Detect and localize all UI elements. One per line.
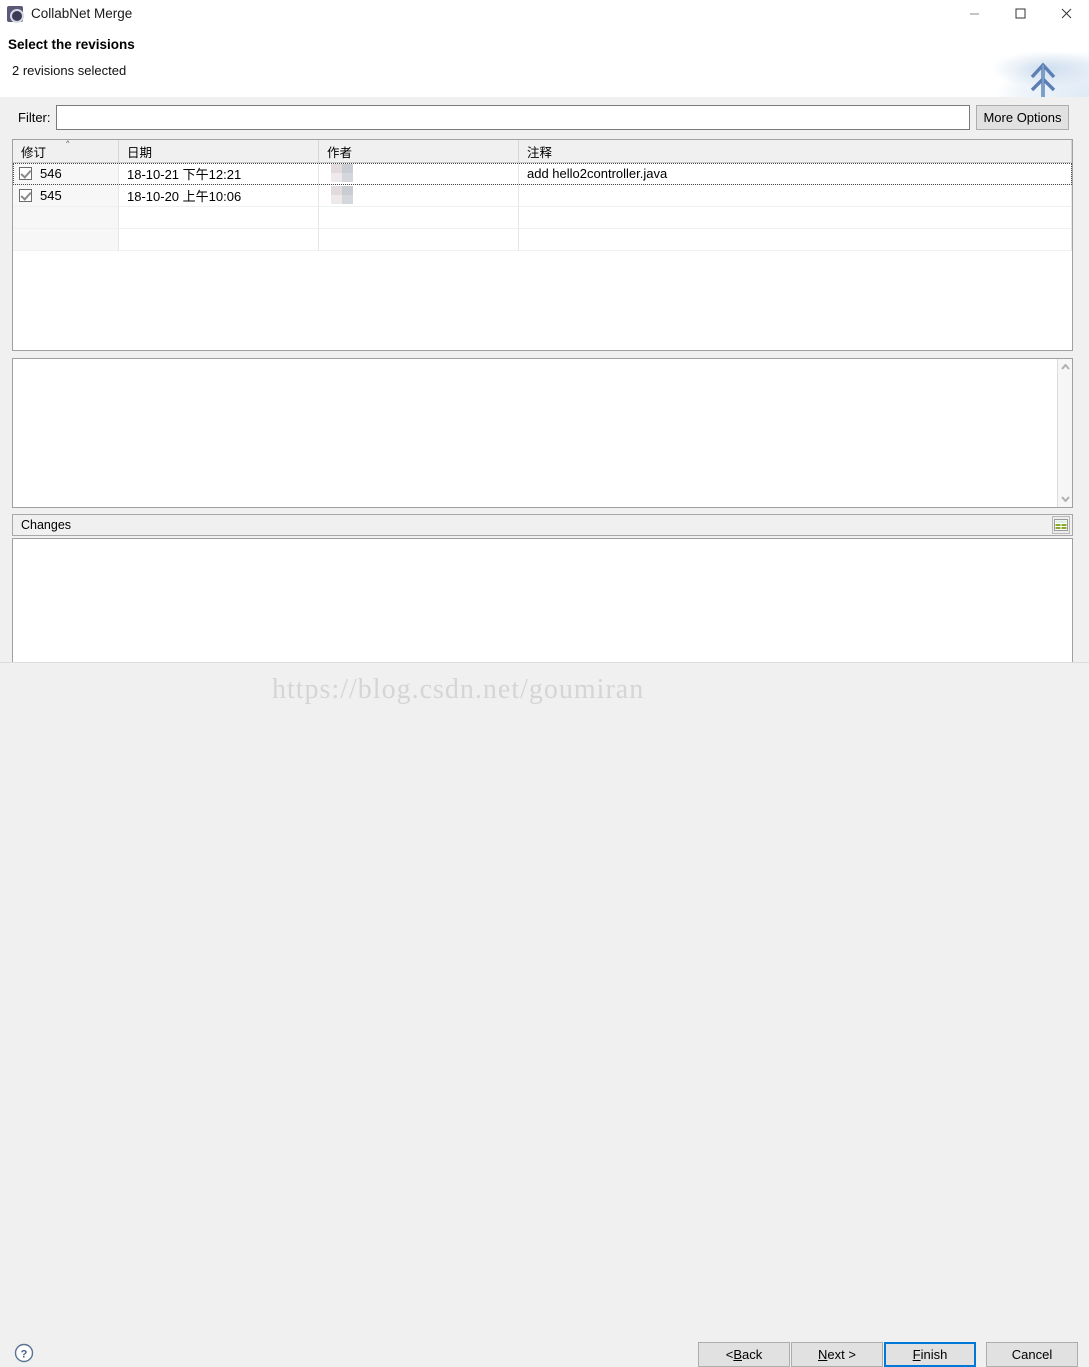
more-options-button[interactable]: More Options [976, 105, 1069, 130]
next-button[interactable]: Next > [791, 1342, 883, 1367]
cell-comment: add hello2controller.java [519, 163, 1072, 185]
table-row[interactable] [13, 207, 1072, 229]
wizard-body: Filter: More Options 修订 ˄ 日期 作者 注释 546 18-10-… [0, 97, 1089, 703]
log-message-scrollbar[interactable] [1057, 359, 1072, 507]
next-mnemonic: N [818, 1347, 828, 1362]
finish-mnemonic: F [912, 1347, 921, 1362]
author-redacted-block [331, 185, 353, 206]
cell-author [319, 163, 519, 185]
revisions-table[interactable]: 修订 ˄ 日期 作者 注释 546 18-10-21 下午12:21 add hello2c… [12, 139, 1073, 351]
back-suffix: ack [742, 1347, 763, 1362]
log-message-panel[interactable] [12, 358, 1073, 508]
column-header-revision[interactable]: 修订 ˄ [13, 140, 119, 163]
cell-revision [13, 229, 119, 251]
finish-button[interactable]: Finish [884, 1342, 976, 1367]
table-row[interactable] [13, 229, 1072, 251]
cell-date [119, 229, 319, 251]
column-header-label: 修订 [21, 146, 47, 160]
row-checkbox[interactable] [19, 189, 32, 202]
maximize-icon[interactable] [997, 0, 1043, 27]
filter-label: Filter: [18, 110, 51, 125]
changes-label: Changes [21, 518, 72, 532]
title-bar: CollabNet Merge [0, 0, 1089, 27]
table-grid-icon[interactable] [1052, 516, 1070, 534]
revision-number: 545 [40, 188, 62, 203]
cancel-button[interactable]: Cancel [986, 1342, 1078, 1367]
filter-input[interactable] [56, 105, 970, 130]
filter-row: Filter: More Options [0, 105, 1089, 131]
help-question-icon[interactable]: ? [14, 1343, 34, 1366]
close-icon[interactable] [1043, 0, 1089, 27]
table-row[interactable]: 545 18-10-20 上午10:06 [13, 185, 1072, 207]
column-header-date[interactable]: 日期 [119, 140, 319, 163]
next-suffix: ext > [827, 1347, 856, 1362]
cell-revision: 546 [13, 163, 119, 185]
window-title: CollabNet Merge [31, 6, 133, 21]
svg-text:?: ? [21, 1349, 28, 1361]
wizard-footer: ? < Back Next > Finish Cancel [0, 663, 1089, 1367]
column-header-label: 注释 [527, 146, 553, 160]
sort-ascending-icon: ˄ [65, 139, 71, 152]
back-mnemonic: B [733, 1347, 743, 1362]
cell-revision [13, 207, 119, 229]
cell-revision: 545 [13, 185, 119, 207]
table-row[interactable]: 546 18-10-21 下午12:21 add hello2controller.… [13, 163, 1072, 185]
column-header-label: 日期 [127, 146, 153, 160]
cell-date: 18-10-20 上午10:06 [119, 185, 319, 207]
page-subtitle: 2 revisions selected [12, 63, 127, 78]
scroll-up-icon[interactable] [1058, 359, 1073, 375]
row-checkbox[interactable] [19, 167, 32, 180]
cell-comment [519, 229, 1072, 251]
window-controls [951, 0, 1089, 27]
cell-author [319, 229, 519, 251]
back-button[interactable]: < Back [698, 1342, 790, 1367]
page-title: Select the revisions [8, 37, 135, 52]
scroll-down-icon[interactable] [1058, 491, 1073, 507]
author-redacted-block [331, 163, 353, 184]
changes-panel[interactable] [12, 538, 1073, 663]
cell-comment [519, 185, 1072, 207]
cell-date: 18-10-21 下午12:21 [119, 163, 319, 185]
collabnet-gear-icon [7, 5, 24, 23]
column-header-comment[interactable]: 注释 [519, 140, 1072, 163]
column-header-author[interactable]: 作者 [319, 140, 519, 163]
cell-comment [519, 207, 1072, 229]
back-prefix: < [725, 1347, 734, 1362]
revision-number: 546 [40, 166, 62, 181]
cell-date [119, 207, 319, 229]
table-body: 546 18-10-21 下午12:21 add hello2controller.… [13, 163, 1072, 251]
cell-author [319, 185, 519, 207]
minimize-icon[interactable] [951, 0, 997, 27]
merge-arrow-icon [1019, 57, 1067, 97]
column-header-label: 作者 [327, 146, 353, 160]
cell-author [319, 207, 519, 229]
finish-suffix: inish [920, 1347, 948, 1362]
table-header-row: 修订 ˄ 日期 作者 注释 [13, 140, 1072, 163]
wizard-header: Select the revisions 2 revisions selecte… [0, 27, 1089, 97]
cancel-label: Cancel [1011, 1347, 1053, 1362]
changes-section-bar: Changes [12, 514, 1073, 536]
